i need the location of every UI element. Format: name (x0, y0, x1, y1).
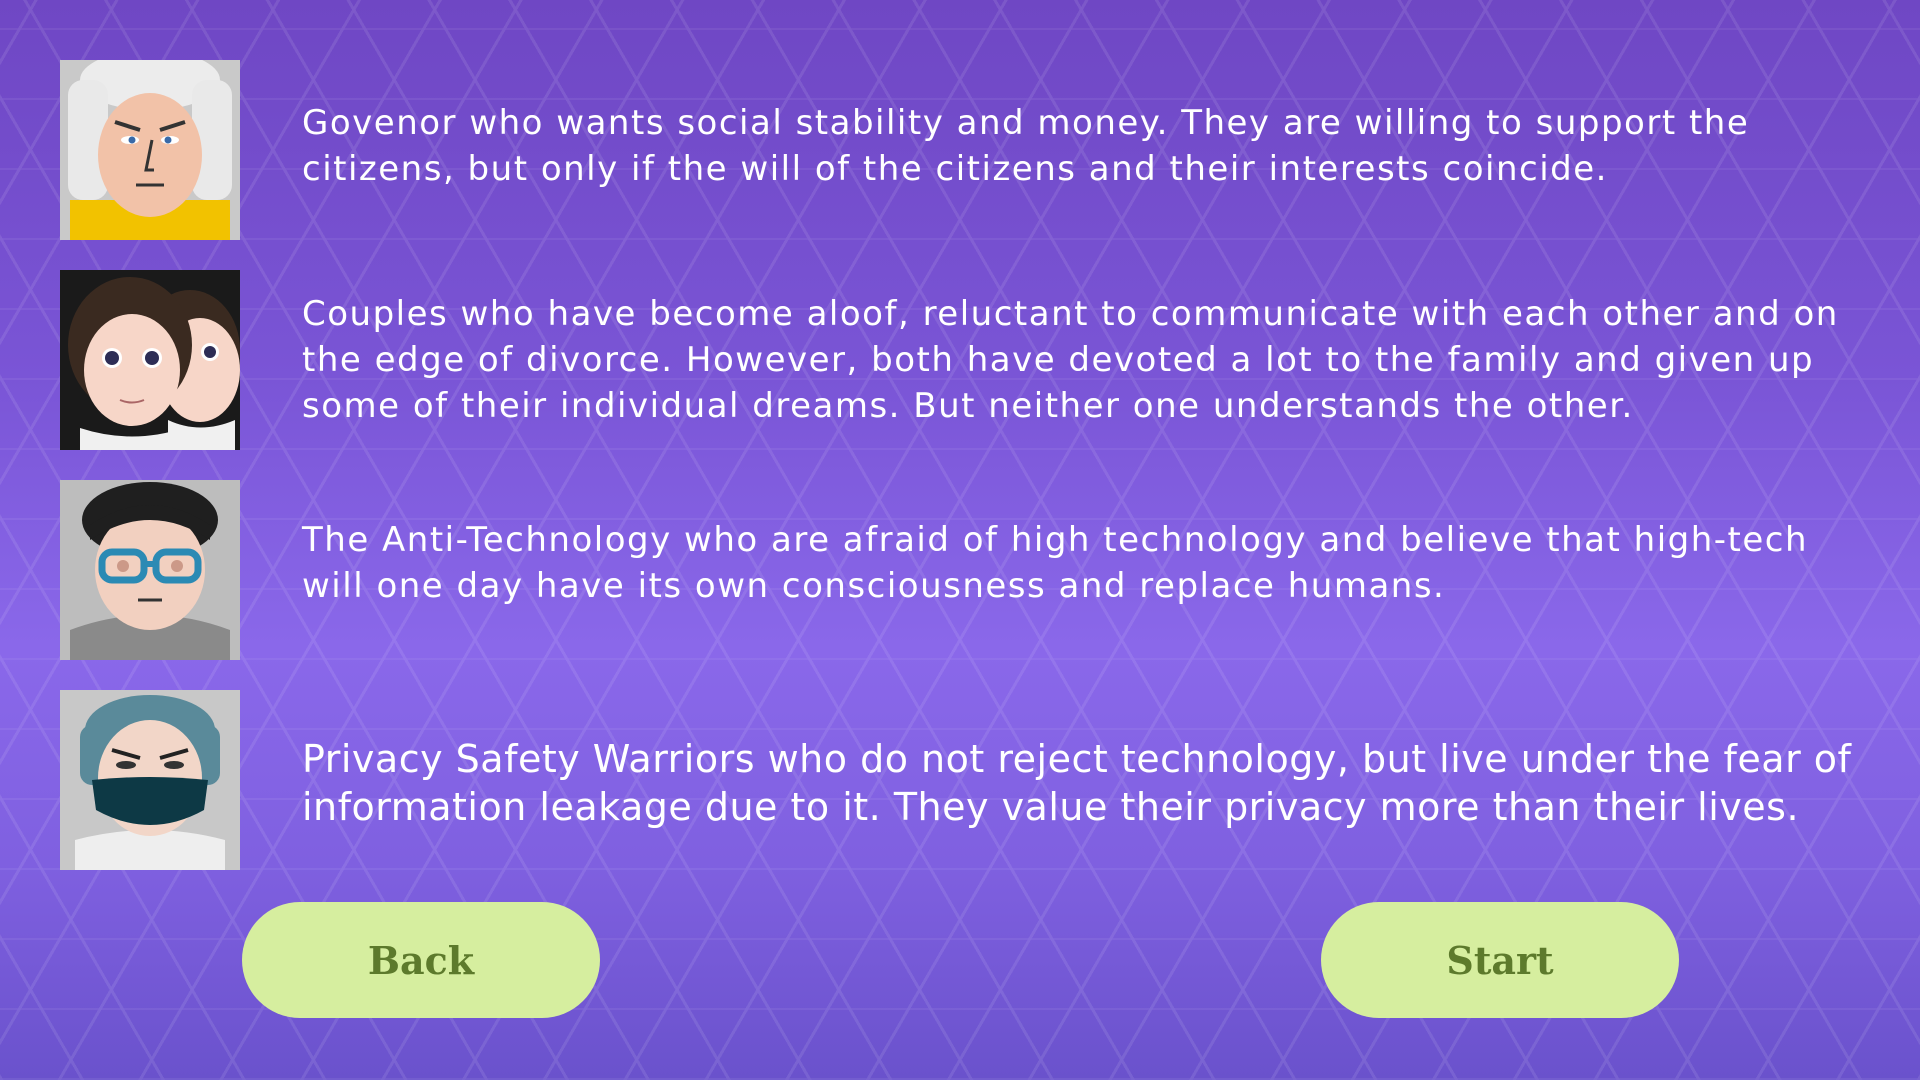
governor-description: Govenor who wants social stability and m… (302, 103, 1750, 189)
anti-technology-description: The Anti-Technology who are afraid of hi… (302, 520, 1809, 606)
privacy-warrior-portrait (60, 690, 240, 870)
couple-portrait (60, 270, 240, 450)
back-button[interactable]: Back (242, 902, 600, 1018)
anti-technology-portrait (60, 480, 240, 660)
governor-portrait (60, 60, 240, 240)
privacy-warrior-description: Privacy Safety Warriors who do not rejec… (302, 737, 1852, 829)
couple-description: Couples who have become aloof, reluctant… (302, 294, 1839, 426)
start-button[interactable]: Start (1321, 902, 1679, 1018)
